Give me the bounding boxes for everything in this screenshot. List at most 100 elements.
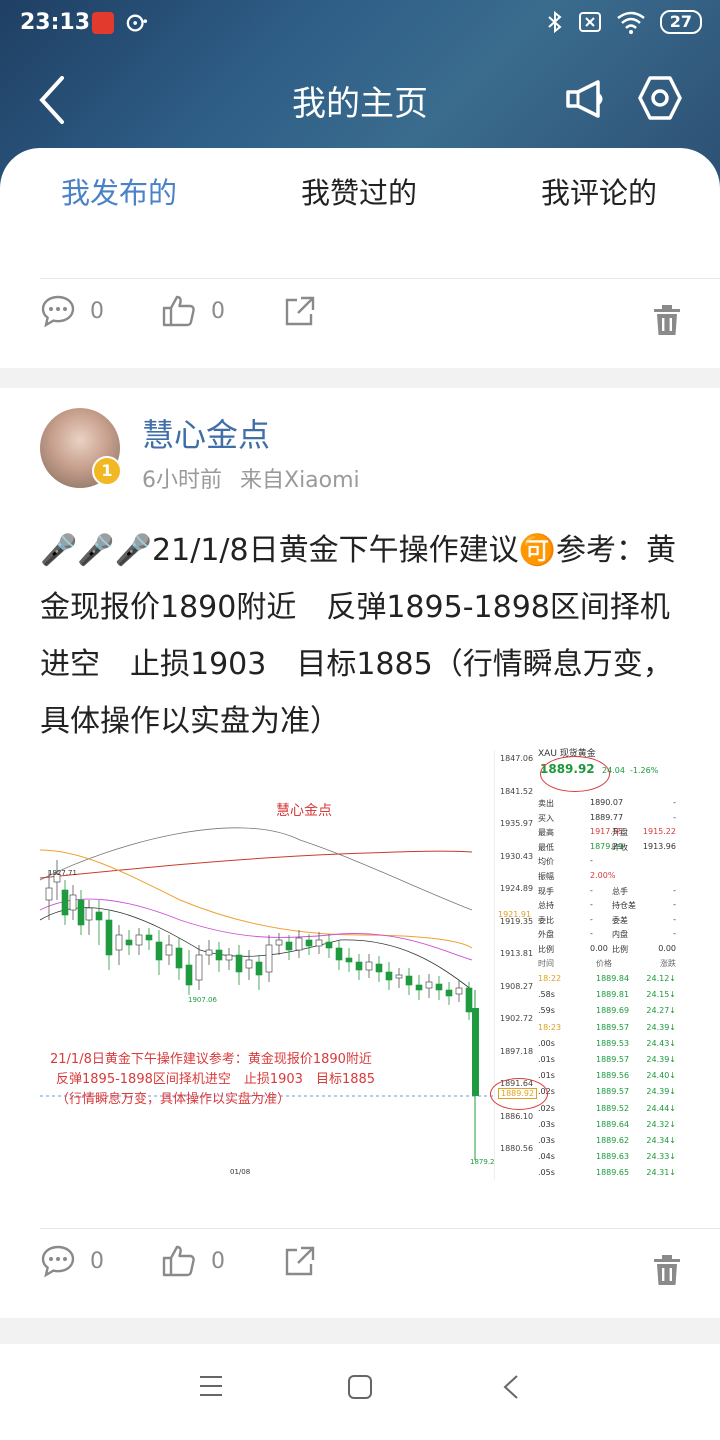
thumbs-up-icon: [162, 1245, 195, 1277]
tick-price: 1889.81: [596, 990, 630, 1000]
candle-body: [365, 961, 373, 971]
quote-key: 开盘: [612, 828, 628, 838]
thumbs-up-icon: [162, 295, 195, 327]
ticks-header-price: 价格: [596, 959, 612, 968]
high-label: 1927.71: [48, 869, 77, 877]
tick-time: .00s: [538, 1038, 555, 1048]
tick-time: .04s: [538, 1152, 555, 1162]
quote-value: -: [590, 914, 593, 924]
divider: [40, 1228, 720, 1229]
current-price-circle: [490, 1078, 548, 1110]
candle-body: [435, 983, 443, 991]
quote-key: 买入: [538, 813, 554, 823]
quote-value: -: [673, 885, 676, 895]
quote-key: 总持: [538, 901, 554, 911]
tick-time: .59s: [538, 1006, 555, 1016]
level-badge: 1: [92, 456, 122, 486]
tick-row: .03s 1889.64 24.32↓: [538, 1120, 678, 1134]
tick-change: 24.44↓: [646, 1103, 676, 1113]
tick-time: 18:23: [538, 1022, 562, 1032]
post-actions: 0 0: [0, 1244, 720, 1304]
first-post-actions: 0 0: [0, 294, 720, 354]
like-count: 0: [211, 298, 225, 324]
candle-body: [345, 957, 353, 963]
tick-price: 1889.69: [596, 1006, 630, 1016]
ticks-header: 时间 价格 涨跌: [538, 958, 678, 972]
media-notification-icon: [126, 14, 148, 32]
overlay-line-3: （行情瞬息万变，具体操作以实盘为准）: [56, 1092, 291, 1107]
tick-change: 24.34↓: [646, 1136, 676, 1145]
ma-value-label: 1921.91: [498, 910, 532, 919]
tick-price: 1889.56: [596, 1071, 630, 1081]
delete-trash-icon[interactable]: [652, 1254, 682, 1286]
quote-key: 最低: [538, 842, 554, 852]
candle-body: [205, 949, 213, 956]
back-triangle-icon[interactable]: [502, 1374, 520, 1400]
settings-icon[interactable]: [634, 72, 686, 124]
candlestick-chart-svg: 1927.71 1907.06 1879.29 01/08: [39, 827, 499, 1176]
tick-price: 1889.62: [596, 1136, 630, 1145]
quote-row: 最低 1879.29 昨收 1913.96: [538, 842, 678, 856]
avatar[interactable]: 1: [40, 408, 122, 488]
candle-body: [235, 954, 243, 973]
post-chart-image[interactable]: 1927.71 1907.06 1879.29 01/08 慧心金点 21/1/8日黄…: [39, 749, 680, 1180]
home-square-icon[interactable]: [347, 1374, 373, 1400]
comment-count: 0: [90, 1248, 104, 1274]
candle-body: [445, 989, 453, 997]
ticks-header-time: 时间: [538, 959, 554, 968]
candle-body: [245, 959, 253, 969]
candle-body: [425, 981, 433, 989]
y-tick-label: 1924.89: [500, 884, 534, 893]
candlestick-chart: 1927.71 1907.06 1879.29 01/08 慧心金点 21/1/8日黄…: [39, 750, 499, 1180]
ticks-header-change: 涨跌: [660, 959, 676, 968]
share-button[interactable]: [283, 294, 317, 328]
tick-change: 24.33↓: [646, 1152, 676, 1162]
comment-button[interactable]: 0: [40, 1244, 104, 1278]
chart-overlay-text: 21/1/8日黄金下午操作建议参考：黄金现报价1890附近 反弹1895-189…: [50, 1050, 375, 1110]
post-text: 🎤🎤🎤21/1/8日黄金下午操作建议🉑参考：黄金现报价1890附近 反弹1895…: [40, 533, 676, 739]
tick-row: .58s 1889.81 24.15↓: [538, 990, 678, 1004]
quote-key: 持仓差: [612, 901, 636, 911]
quote-key: 昨收: [612, 842, 628, 852]
quote-key: 委差: [612, 915, 628, 925]
chart-y-axis: 1847.06 1841.52 1935.97 1930.43 1924.89 1919.…: [498, 750, 534, 1180]
quote-value: 1890.07: [590, 798, 624, 807]
author-name[interactable]: 慧心金点: [142, 410, 270, 456]
status-bar: 23:13 27: [0, 0, 720, 50]
comment-button[interactable]: 0: [40, 294, 104, 328]
tab-my-posts[interactable]: 我发布的: [61, 170, 177, 212]
quote-row: 均价 -: [538, 856, 678, 870]
tick-time: .05s: [538, 1168, 555, 1178]
quote-value: -: [673, 812, 676, 822]
share-button[interactable]: [283, 1244, 317, 1278]
like-button[interactable]: 0: [161, 1244, 225, 1278]
quote-value: 2.00%: [590, 871, 616, 880]
candle-body: [465, 987, 473, 1013]
tick-row: .01s 1889.56 24.40↓: [538, 1071, 678, 1085]
page-title: 我的主页: [292, 84, 428, 124]
tick-price: 1889.57: [596, 1087, 630, 1097]
tick-row: 18:22 1889.84 24.12↓: [538, 974, 678, 988]
quote-value: 1913.96: [642, 841, 676, 851]
status-time: 23:13: [20, 10, 91, 35]
delete-trash-icon[interactable]: [652, 304, 682, 336]
candle-body: [455, 987, 463, 995]
like-button[interactable]: 0: [161, 294, 225, 328]
tick-row: .02s 1889.52 24.44↓: [538, 1104, 678, 1118]
post-source: 来自Xiaomi: [240, 468, 360, 493]
tab-commented[interactable]: 我评论的: [541, 170, 657, 212]
tab-liked[interactable]: 我赞过的: [301, 170, 417, 212]
quote-value: -: [590, 929, 593, 939]
menu-icon[interactable]: [198, 1374, 224, 1398]
tick-change: 24.39↓: [646, 1087, 676, 1097]
bluetooth-icon: [548, 10, 562, 34]
navigation-bar: 我的主页: [0, 60, 720, 140]
quote-row: 卖出 1890.07 -: [538, 798, 678, 812]
quote-row: 买入 1889.77 -: [538, 813, 678, 827]
megaphone-icon[interactable]: [560, 74, 610, 124]
comment-icon: [41, 1245, 75, 1278]
tick-time: .01s: [538, 1071, 555, 1081]
tick-row: .02s 1889.57 24.39↓: [538, 1087, 678, 1101]
quote-row: 最高 1917.55 开盘 1915.22: [538, 827, 678, 841]
y-tick-label: 1841.52: [500, 786, 534, 796]
